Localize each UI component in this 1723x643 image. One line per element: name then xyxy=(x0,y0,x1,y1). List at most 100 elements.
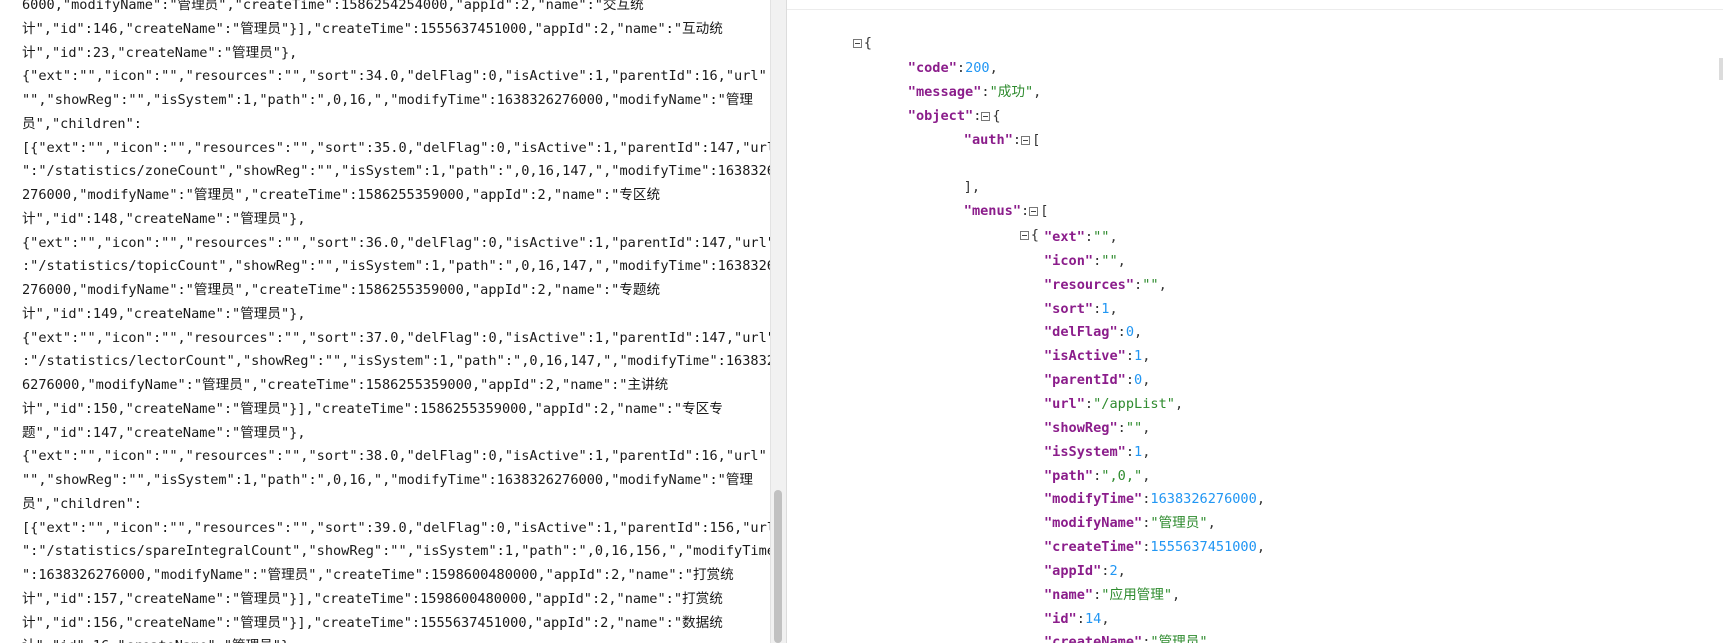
raw-text-line: [{"ext":"","icon":"","resources":"","sor… xyxy=(22,519,775,536)
field-value: 14 xyxy=(1084,610,1102,627)
json-menu-item-open: { xyxy=(987,202,1039,243)
raw-text-line: 计","id":150,"createName":"管理员"}],"create… xyxy=(22,400,723,417)
json-field-resources: "resources":"", xyxy=(1044,276,1167,293)
field-key: "path" xyxy=(1044,467,1094,484)
field-key: "modifyTime" xyxy=(1044,491,1143,508)
raw-text-line: "","showReg":"","isSystem":1,"path":",0,… xyxy=(22,472,754,488)
raw-text-line: {"ext":"","icon":"","resources":"","sort… xyxy=(22,234,775,251)
field-key: "id" xyxy=(1044,610,1077,627)
raw-text-line: {"ext":"","icon":"","resources":"","sort… xyxy=(22,329,775,346)
json-auth-line: "auth":[ xyxy=(963,132,1041,148)
raw-text-line: ":"/statistics/zoneCount","showReg":"","… xyxy=(22,163,775,180)
collapse-root-icon[interactable] xyxy=(852,38,862,48)
field-value: "" xyxy=(1125,419,1143,436)
raw-text-line: "","showReg":"","isSystem":1,"path":",0,… xyxy=(22,92,754,108)
raw-json-pane[interactable]: 6000,"modifyName":"管理员","createTime":158… xyxy=(0,0,786,643)
json-field-name: "name":"应用管理", xyxy=(1044,586,1181,603)
collapse-menu-item-icon[interactable] xyxy=(1019,230,1029,240)
json-root-line: { xyxy=(820,10,872,51)
raw-text-line: {"ext":"","icon":"","resources":"","sort… xyxy=(22,448,775,465)
field-key: "sort" xyxy=(1044,300,1094,317)
raw-pane-scroll-thumb[interactable] xyxy=(774,490,782,643)
raw-text-line: 计","id":146,"createName":"管理员"}],"create… xyxy=(22,20,723,37)
field-key: "name" xyxy=(1044,586,1094,603)
collapse-auth-icon[interactable] xyxy=(1021,135,1031,145)
raw-text-line: [{"ext":"","icon":"","resources":"","sor… xyxy=(22,139,775,156)
field-value: 0 xyxy=(1125,324,1135,341)
json-field-delflag: "delFlag":0, xyxy=(1044,324,1143,341)
json-field-appid: "appId":2, xyxy=(1044,562,1126,579)
raw-text-line: :"/statistics/topicCount","showReg":"","… xyxy=(22,258,775,275)
raw-text-line: 计","id":148,"createName":"管理员"}, xyxy=(22,210,306,227)
raw-text-line: 计","id":156,"createName":"管理员"}],"create… xyxy=(22,614,723,631)
raw-text-line: 计","id":157,"createName":"管理员"}],"create… xyxy=(22,590,723,607)
json-field-modifytime: "modifyTime":1638326276000, xyxy=(1044,491,1265,508)
json-field-ext: "ext":"", xyxy=(1044,229,1118,245)
field-key: "createTime" xyxy=(1044,539,1143,556)
field-value: 1 xyxy=(1134,443,1143,460)
json-auth-close-line: ], xyxy=(963,179,981,195)
field-key: "ext" xyxy=(1044,229,1085,245)
json-message-line: "message":"成功", xyxy=(907,84,1042,100)
json-field-modifyname: "modifyName":"管理员", xyxy=(1044,515,1216,532)
raw-text-line: :"/statistics/lectorCount","showReg":"",… xyxy=(22,353,775,370)
field-value: ",0," xyxy=(1101,467,1143,484)
raw-text-line: 员","children": xyxy=(22,115,142,132)
raw-text-line: 计","id":23,"createName":"管理员"}, xyxy=(22,44,298,61)
raw-text-line: ":"/statistics/spareIntegralCount","show… xyxy=(22,543,775,560)
json-field-sort: "sort":1, xyxy=(1044,300,1118,317)
field-key: "modifyName" xyxy=(1044,515,1143,532)
viewer-top-border xyxy=(787,9,1723,10)
auth-key: auth xyxy=(971,132,1005,148)
message-value: 成功 xyxy=(997,84,1025,100)
raw-text-line: 6276000,"modifyName":"管理员","createTime":… xyxy=(22,377,669,393)
field-value: 1 xyxy=(1134,348,1143,365)
raw-json-text: 6000,"modifyName":"管理员","createTime":158… xyxy=(22,0,775,643)
field-value: 2 xyxy=(1109,562,1118,579)
raw-text-line: 计","id":16,"createName":"管理员"}, xyxy=(22,635,764,643)
field-key: "showReg" xyxy=(1044,419,1118,436)
field-value: "" xyxy=(1142,276,1159,293)
json-viewer-pane[interactable]: { "code":200, "message":"成功", "object":{… xyxy=(787,0,1723,643)
json-object-line: "object":{ xyxy=(907,108,1001,124)
field-key: "appId" xyxy=(1044,562,1102,579)
json-field-createtime: "createTime":1555637451000, xyxy=(1044,539,1265,556)
field-value: "/appList" xyxy=(1093,395,1175,412)
field-key: "isActive" xyxy=(1044,348,1126,365)
field-key: "url" xyxy=(1044,395,1085,412)
field-value: "应用管理" xyxy=(1101,586,1173,603)
field-value: "管理员" xyxy=(1150,515,1208,532)
raw-text-line: ":1638326276000,"modifyName":"管理员","crea… xyxy=(22,567,734,583)
json-field-createname: "createName":"管理员", xyxy=(1044,631,1216,643)
field-value: 1638326276000 xyxy=(1150,491,1257,508)
json-field-showreg: "showReg":"", xyxy=(1044,419,1151,436)
raw-text-line: 计","id":149,"createName":"管理员"}, xyxy=(22,305,306,322)
raw-text-line: 题","id":147,"createName":"管理员"}, xyxy=(22,424,306,441)
field-key: "delFlag" xyxy=(1044,324,1118,341)
raw-text-line: 员","children": xyxy=(22,495,142,512)
raw-text-line: 6000,"modifyName":"管理员","createTime":158… xyxy=(22,0,644,13)
json-field-path: "path":",0,", xyxy=(1044,467,1151,484)
field-key: "resources" xyxy=(1044,276,1135,293)
json-field-issystem: "isSystem":1, xyxy=(1044,443,1151,460)
json-field-icon: "icon":"", xyxy=(1044,252,1126,269)
json-field-parentid: "parentId":0, xyxy=(1044,372,1151,389)
field-value: 1555637451000 xyxy=(1150,539,1257,556)
field-key: "createName" xyxy=(1044,634,1143,643)
json-field-url: "url":"/appList", xyxy=(1044,395,1184,412)
json-code-line: "code":200, xyxy=(907,60,998,76)
field-value: 0 xyxy=(1134,372,1143,389)
field-key: "parentId" xyxy=(1044,372,1126,389)
raw-text-line: 276000,"modifyName":"管理员","createTime":1… xyxy=(22,282,661,298)
field-value: "" xyxy=(1101,252,1118,269)
json-menus-line: "menus":[ xyxy=(963,203,1049,219)
raw-text-line: 276000,"modifyName":"管理员","createTime":1… xyxy=(22,187,661,203)
raw-text-line: {"ext":"","icon":"","resources":"","sort… xyxy=(22,68,775,85)
field-value: "管理员" xyxy=(1150,634,1208,643)
json-field-id: "id":14, xyxy=(1044,610,1110,627)
field-value: "" xyxy=(1093,229,1110,245)
viewer-scroll-edge[interactable] xyxy=(1719,58,1723,80)
json-field-isactive: "isActive":1, xyxy=(1044,348,1151,365)
field-key: "icon" xyxy=(1044,252,1094,269)
field-key: "isSystem" xyxy=(1044,443,1126,460)
